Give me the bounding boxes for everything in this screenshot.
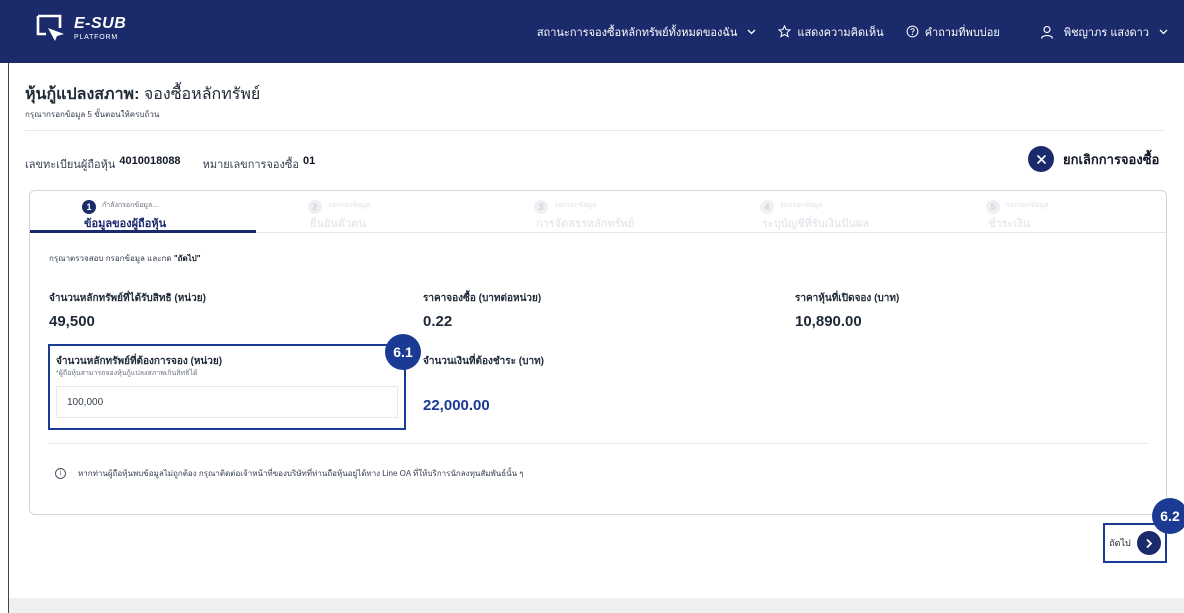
step-3[interactable]: 3 รอกรอกข้อมูล การจัดสรรหลักทรัพย์ — [482, 191, 708, 233]
chevron-down-icon — [747, 29, 756, 34]
nav-user-name: พิชญาภร แสงดาว — [1063, 26, 1149, 39]
logo[interactable]: E-SUB PLATFORM — [36, 14, 126, 42]
step-number: 2 — [308, 200, 322, 214]
step-name: การจัดสรรหลักทรัพย์ — [536, 218, 635, 230]
step-number: 5 — [986, 200, 1000, 214]
step-status: กำลังกรอกข้อมูล... — [102, 202, 159, 209]
entitled-units-value: 49,500 — [49, 313, 95, 330]
step-2[interactable]: 2 รอกรอกข้อมูล ยืนยันตัวตน — [256, 191, 482, 233]
cancel-booking-label: ยกเลิกการจองซื้อ — [1063, 151, 1160, 167]
nav-feedback-label: แสดงความคิดเห็น — [797, 26, 884, 39]
next-label: ถัดไป — [1109, 538, 1131, 548]
nav-booking-status[interactable]: สถานะการจองซื้อหลักทรัพย์ทั้งหมดของฉัน — [537, 23, 757, 41]
desired-units-input[interactable] — [56, 386, 398, 418]
info-note: i หากท่านผู้ถือหุ้นพบข้อมูลไม่ถูกต้อง กร… — [55, 467, 524, 480]
step-status: รอกรอกข้อมูล — [328, 202, 371, 209]
page-subtitle: กรุณากรอกข้อมูล 5 ขั้นตอนให้ครบถ้วน — [25, 110, 160, 119]
chevron-right-icon — [1136, 531, 1161, 555]
step-status: รอกรอกข้อมูล — [1006, 202, 1049, 209]
page-title-rest: จองซื้อหลักทรัพย์ — [143, 86, 261, 103]
booking-value: 01 — [302, 155, 316, 167]
logo-text: E-SUB — [74, 14, 127, 32]
registration-value: 4010018088 — [119, 155, 181, 167]
page-title-bold: หุ้นกู้แปลงสภาพ: — [25, 86, 140, 103]
info-icon: i — [55, 468, 66, 479]
info-text: หากท่านผู้ถือหุ้นพบข้อมูลไม่ถูกต้อง กรุณ… — [78, 469, 524, 478]
stepper: 1 กำลังกรอกข้อมูล... ข้อมูลของผู้ถือหุ้น… — [30, 191, 1166, 233]
window-edge — [8, 63, 9, 613]
registration-label: เลขทะเบียนผู้ถือหุ้น — [25, 159, 116, 171]
subscription-price-value: 0.22 — [423, 313, 453, 330]
step-number: 4 — [760, 200, 774, 214]
step-name: ยืนยันตัวตน — [310, 218, 366, 230]
logo-subtext: PLATFORM — [74, 33, 118, 41]
offered-value-value: 10,890.00 — [795, 313, 862, 330]
nav-user-menu[interactable]: พิชญาภร แสงดาว — [1040, 23, 1168, 41]
help-icon — [906, 25, 919, 38]
step-number: 1 — [82, 200, 96, 214]
booking-label: หมายเลขการจองซื้อ — [202, 159, 299, 171]
amount-due-value: 22,000.00 — [423, 397, 490, 414]
user-icon — [1040, 25, 1053, 39]
form-instruction: กรุณาตรวจสอบ กรอกข้อมูล และกด "ถัดไป" — [49, 252, 201, 265]
nav-feedback[interactable]: แสดงความคิดเห็น — [778, 23, 884, 41]
instruction-next-keyword: "ถัดไป" — [173, 254, 201, 263]
subscription-price-label: ราคาจองซื้อ (บาทต่อหน่วย) — [423, 293, 542, 304]
entitled-units-label: จำนวนหลักทรัพย์ที่ได้รับสิทธิ (หน่วย) — [49, 293, 206, 304]
annotation-badge-6-1: 6.1 — [385, 334, 421, 370]
page-bottom — [9, 598, 1184, 613]
divider — [25, 130, 1165, 131]
chevron-down-icon — [1159, 29, 1168, 34]
desired-units-section: จำนวนหลักทรัพย์ที่ต้องการจอง (หน่วย) *ผู… — [48, 344, 406, 430]
step-4[interactable]: 4 รอกรอกข้อมูล ระบุบัญชีที่รับเงินปันผล — [708, 191, 934, 233]
top-nav: สถานะการจองซื้อหลักทรัพย์ทั้งหมดของฉัน แ… — [515, 0, 1168, 63]
page-title: หุ้นกู้แปลงสภาพ: จองซื้อหลักทรัพย์ — [25, 82, 260, 107]
step-status: รอกรอกข้อมูล — [780, 202, 823, 209]
step-name: ชำระเงิน — [988, 218, 1031, 230]
top-bar: E-SUB PLATFORM สถานะการจองซื้อหลักทรัพย์… — [0, 0, 1184, 63]
instruction-text: กรุณาตรวจสอบ กรอกข้อมูล และกด — [49, 254, 172, 263]
close-icon — [1028, 146, 1054, 172]
nav-booking-status-label: สถานะการจองซื้อหลักทรัพย์ทั้งหมดของฉัน — [536, 26, 738, 39]
nav-faq[interactable]: คำถามที่พบบ่อย — [906, 23, 1000, 41]
amount-due-label: จำนวนเงินที่ต้องชำระ (บาท) — [423, 356, 545, 367]
annotation-badge-6-2: 6.2 — [1152, 498, 1184, 534]
registration-info: เลขทะเบียนผู้ถือหุ้น 4010018088 หมายเลขก… — [25, 155, 315, 173]
cancel-booking-button[interactable]: ยกเลิกการจองซื้อ — [1028, 146, 1159, 172]
offered-value-label: ราคาหุ้นที่เปิดจอง (บาท) — [795, 293, 900, 304]
nav-faq-label: คำถามที่พบบ่อย — [924, 26, 1000, 39]
form-card: 1 กำลังกรอกข้อมูล... ข้อมูลของผู้ถือหุ้น… — [29, 190, 1167, 515]
step-number: 3 — [534, 200, 548, 214]
step-5[interactable]: 5 รอกรอกข้อมูล ชำระเงิน — [934, 191, 1160, 233]
step-name: ระบุบัญชีที่รับเงินปันผล — [762, 218, 870, 230]
logo-icon — [36, 14, 64, 41]
divider — [48, 443, 1148, 444]
desired-units-hint: *ผู้ถือหุ้นสามารถจองหุ้นกู้แปลงสภาพเกินส… — [56, 370, 198, 377]
step-1[interactable]: 1 กำลังกรอกข้อมูล... ข้อมูลของผู้ถือหุ้น — [30, 191, 256, 233]
step-status: รอกรอกข้อมูล — [554, 202, 597, 209]
active-step-indicator — [30, 230, 256, 233]
desired-units-label: จำนวนหลักทรัพย์ที่ต้องการจอง (หน่วย) — [56, 356, 223, 367]
star-icon — [778, 25, 792, 38]
